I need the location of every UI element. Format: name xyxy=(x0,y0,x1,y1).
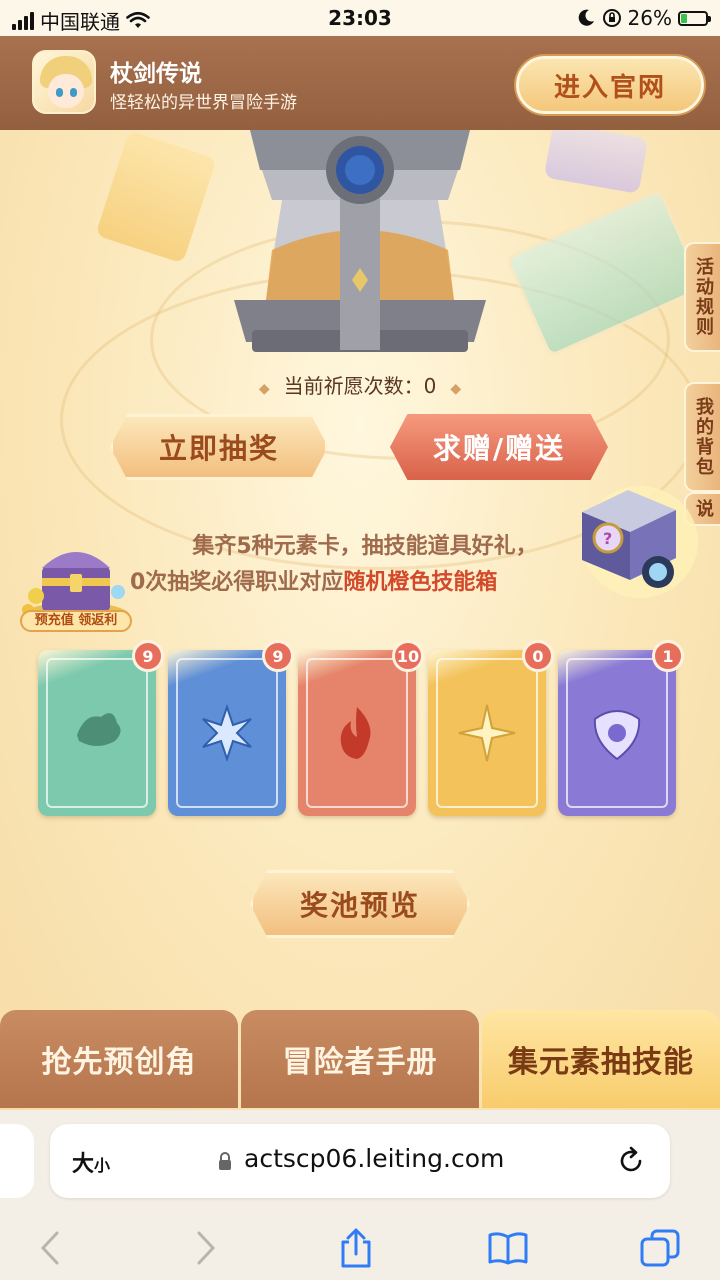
battery-icon xyxy=(678,10,711,26)
card-frame xyxy=(46,658,148,808)
diamond-icon: ◆ xyxy=(258,381,270,397)
app-tagline: 怪轻松的异世界冒险手游 xyxy=(110,93,297,113)
moon-icon xyxy=(578,9,594,26)
card-frame xyxy=(176,658,278,808)
prepay-rebate-badge[interactable]: 预充值 领返利 xyxy=(20,610,132,632)
tab-collect-elements[interactable]: 集元素抽技能 xyxy=(482,1010,720,1108)
status-bar: 中国联通 23:03 26% xyxy=(0,0,720,36)
url-text: actscp06.leiting.com xyxy=(244,1144,505,1173)
browser-nav-row xyxy=(0,1218,720,1270)
rules-side-tab[interactable]: 活动规则 xyxy=(684,242,720,352)
element-card-ice[interactable]: 9 xyxy=(168,640,294,816)
element-card-dark[interactable]: 1 xyxy=(558,640,684,816)
card-count-badge: 1 xyxy=(652,640,684,672)
share-button[interactable] xyxy=(334,1226,378,1270)
light-element-icon xyxy=(458,704,516,762)
book-icon xyxy=(488,1232,528,1265)
svg-text:?: ? xyxy=(603,529,612,548)
back-button[interactable] xyxy=(28,1226,72,1270)
floating-card-decoration xyxy=(543,130,649,194)
tabs-button[interactable] xyxy=(638,1226,682,1270)
share-icon xyxy=(341,1228,371,1268)
card-frame xyxy=(306,658,408,808)
forward-button[interactable] xyxy=(184,1226,228,1270)
bookmarks-button[interactable] xyxy=(486,1226,530,1270)
chevron-left-icon xyxy=(40,1231,59,1265)
lock-icon xyxy=(219,1152,231,1170)
ice-element-icon xyxy=(202,703,252,763)
event-description-prefix: 0次抽奖必得职业对应 xyxy=(130,570,344,595)
floating-card-decoration xyxy=(95,130,217,264)
tab-pre-create-character[interactable]: 抢先预创角 xyxy=(0,1010,238,1108)
orientation-lock-icon xyxy=(602,9,621,27)
chevron-right-icon xyxy=(197,1231,216,1265)
card-count-badge: 0 xyxy=(522,640,554,672)
highlight-reward: 随机橙色技能箱 xyxy=(343,570,498,595)
wish-count-label: 当前祈愿次数： xyxy=(283,374,424,398)
browser-toolbar: 大小 actscp06.leiting.com xyxy=(0,1110,720,1280)
card-frame xyxy=(566,658,668,808)
official-site-button[interactable]: 进入官网 xyxy=(516,56,704,114)
wind-element-icon xyxy=(77,713,121,746)
text-size-button[interactable]: 大小 xyxy=(72,1146,110,1178)
skill-box-icon[interactable]: ? xyxy=(568,476,698,600)
element-card-wind[interactable]: 9 xyxy=(38,640,164,816)
card-count-badge: 9 xyxy=(132,640,164,672)
previous-tab-edge[interactable] xyxy=(0,1124,34,1198)
dark-element-icon xyxy=(593,710,641,761)
diamond-icon: ◆ xyxy=(450,381,462,397)
card-count-badge: 9 xyxy=(262,640,294,672)
card-count-badge: 10 xyxy=(392,640,424,672)
prize-pool-preview-button[interactable]: 奖池预览 xyxy=(250,870,470,938)
event-description-line2: 0次抽奖必得职业对应随机橙色技能箱 xyxy=(130,564,497,596)
address-bar[interactable]: 大小 actscp06.leiting.com xyxy=(50,1124,670,1198)
element-card-fire[interactable]: 10 xyxy=(298,640,424,816)
card-frame xyxy=(436,658,538,808)
text-size-small: 小 xyxy=(94,1156,111,1175)
draw-now-button[interactable]: 立即抽奖 xyxy=(110,414,328,480)
reload-icon[interactable] xyxy=(616,1146,646,1176)
text-size-large: 大 xyxy=(72,1152,95,1177)
wish-count-value: 0 xyxy=(423,374,437,398)
battery-percent: 26% xyxy=(627,6,672,30)
wish-count-display: ◆ 当前祈愿次数：0 ◆ xyxy=(0,370,720,399)
element-card-light[interactable]: 0 xyxy=(428,640,554,816)
wishing-altar xyxy=(234,130,486,352)
event-main: 活动规则 我的背包 说 ◆ 当前祈愿次数：0 ◆ 立即抽奖 求赠/赠送 预充值 领返… xyxy=(0,130,720,1110)
bottom-tab-bar: 抢先预创角 冒险者手册 集元素抽技能 xyxy=(0,1008,720,1110)
tab-adventurer-handbook[interactable]: 冒险者手册 xyxy=(241,1010,479,1108)
app-icon[interactable] xyxy=(32,50,96,114)
fire-element-icon xyxy=(340,707,371,759)
app-banner: 杖剑传说 怪轻松的异世界冒险手游 进入官网 xyxy=(0,36,720,130)
request-gift-button[interactable]: 求赠/赠送 xyxy=(390,414,608,480)
app-name: 杖剑传说 xyxy=(110,61,202,87)
tabs-icon xyxy=(640,1229,680,1267)
